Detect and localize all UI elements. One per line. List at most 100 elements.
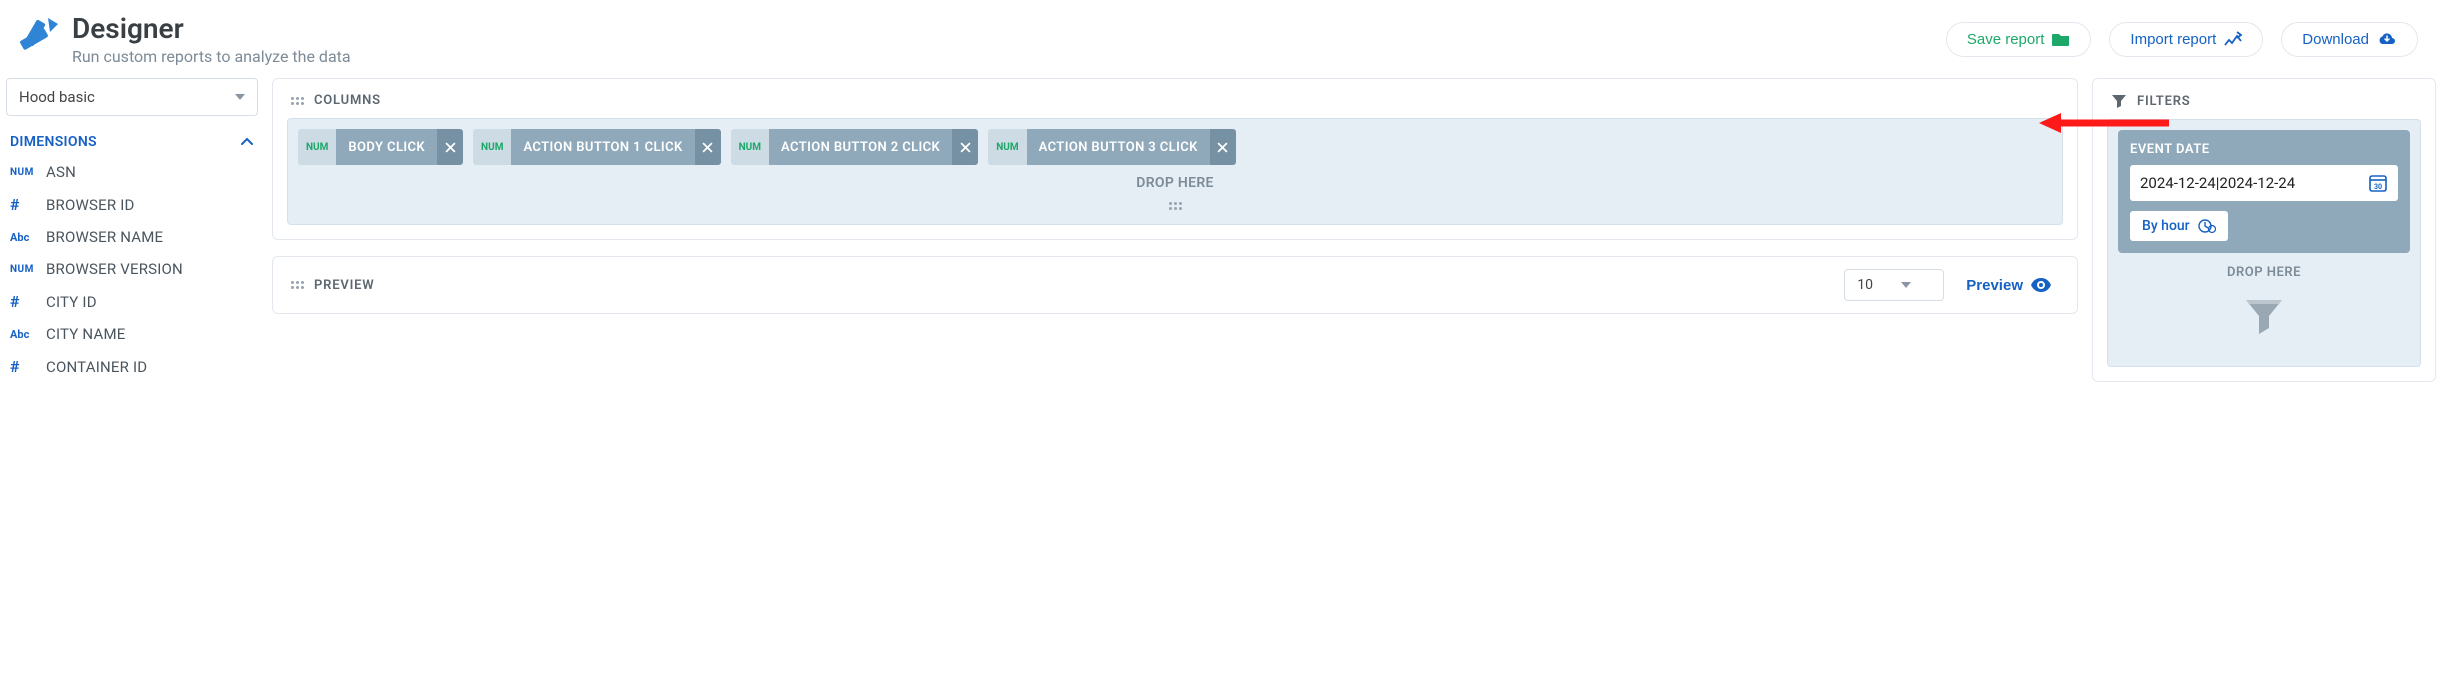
dimension-item-browser-version[interactable]: NUM BROWSER VERSION xyxy=(6,253,258,285)
dimensions-section-header[interactable]: DIMENSIONS xyxy=(6,116,258,156)
project-selected-value: Hood basic xyxy=(19,88,95,106)
dimension-item-browser-id[interactable]: # BROWSER ID xyxy=(6,188,258,221)
column-chips-row: NUM BODY CLICK NUM ACTION BUTTON 1 CLICK… xyxy=(298,129,2052,165)
columns-panel: COLUMNS NUM BODY CLICK NUM ACTION BUTTON… xyxy=(272,78,2078,240)
preview-header: PREVIEW xyxy=(291,278,374,293)
caret-down-icon xyxy=(1901,282,1911,288)
preview-button[interactable]: Preview xyxy=(1958,271,2059,300)
annotation-arrow-icon xyxy=(2039,109,2169,137)
chip-remove-button[interactable] xyxy=(1210,129,1236,165)
preview-header-label: PREVIEW xyxy=(314,278,374,293)
drag-grip-icon xyxy=(291,281,304,289)
type-abc-icon: Abc xyxy=(10,231,36,244)
cloud-download-icon xyxy=(2377,31,2397,47)
close-icon xyxy=(445,142,456,153)
main-layout: Hood basic DIMENSIONS NUM ASN # BROWSER … xyxy=(0,78,2442,398)
by-hour-label: By hour xyxy=(2142,218,2190,234)
close-icon xyxy=(960,142,971,153)
title-block: Designer Run custom reports to analyze t… xyxy=(72,12,351,66)
columns-header-label: COLUMNS xyxy=(314,93,381,108)
dimension-item-city-id[interactable]: # CITY ID xyxy=(6,285,258,318)
dimension-label: BROWSER NAME xyxy=(46,228,163,246)
chip-label: ACTION BUTTON 2 CLICK xyxy=(769,129,952,165)
dimensions-list: NUM ASN # BROWSER ID Abc BROWSER NAME NU… xyxy=(6,156,258,383)
date-range-input[interactable]: 2024-12-24|2024-12-24 30 xyxy=(2130,165,2398,201)
caret-down-icon xyxy=(235,94,245,100)
column-chip-action-3[interactable]: NUM ACTION BUTTON 3 CLICK xyxy=(988,129,1236,165)
filter-card-event-date[interactable]: EVENT DATE 2024-12-24|2024-12-24 30 By h… xyxy=(2118,130,2410,253)
preview-controls: 10 Preview xyxy=(1844,269,2059,301)
preview-panel: PREVIEW 10 Preview xyxy=(272,256,2078,314)
sidebar: Hood basic DIMENSIONS NUM ASN # BROWSER … xyxy=(6,78,258,383)
filters-header-label: FILTERS xyxy=(2137,94,2191,109)
close-icon xyxy=(1217,142,1228,153)
folder-icon xyxy=(2052,31,2070,47)
column-chip-action-2[interactable]: NUM ACTION BUTTON 2 CLICK xyxy=(731,129,979,165)
type-abc-icon: Abc xyxy=(10,328,36,341)
drag-grip-icon xyxy=(291,97,304,105)
columns-panel-header: COLUMNS xyxy=(273,79,2077,118)
drop-grip-icon xyxy=(298,193,2052,214)
chip-remove-button[interactable] xyxy=(695,129,721,165)
filter-card-title: EVENT DATE xyxy=(2130,142,2398,157)
dimension-item-asn[interactable]: NUM ASN xyxy=(6,156,258,188)
preview-rows-value: 10 xyxy=(1857,277,1873,293)
chevron-up-icon xyxy=(240,135,254,149)
page-subtitle: Run custom reports to analyze the data xyxy=(72,47,351,66)
dimension-label: BROWSER ID xyxy=(46,196,135,214)
chip-type-icon: NUM xyxy=(731,129,769,165)
column-chip-body-click[interactable]: NUM BODY CLICK xyxy=(298,129,463,165)
chip-label: BODY CLICK xyxy=(336,129,437,165)
chip-type-icon: NUM xyxy=(473,129,511,165)
columns-drop-hint: DROP HERE xyxy=(298,165,2052,193)
type-num-icon: NUM xyxy=(10,264,36,275)
import-chart-icon xyxy=(2224,31,2242,47)
chip-type-icon: NUM xyxy=(298,129,336,165)
save-report-label: Save report xyxy=(1967,31,2045,48)
save-report-button[interactable]: Save report xyxy=(1946,22,2092,57)
chip-type-icon: NUM xyxy=(988,129,1026,165)
preview-rows-select[interactable]: 10 xyxy=(1844,269,1944,301)
type-hash-icon: # xyxy=(10,357,36,376)
import-report-button[interactable]: Import report xyxy=(2109,22,2263,57)
page-title: Designer xyxy=(72,12,351,45)
project-select[interactable]: Hood basic xyxy=(6,78,258,116)
type-num-icon: NUM xyxy=(10,167,36,178)
chip-remove-button[interactable] xyxy=(952,129,978,165)
download-button[interactable]: Download xyxy=(2281,22,2418,57)
svg-text:30: 30 xyxy=(2374,183,2382,191)
filters-drop-hint: DROP HERE xyxy=(2118,253,2410,288)
dimensions-label: DIMENSIONS xyxy=(10,134,97,150)
dimension-label: ASN xyxy=(46,163,76,181)
download-label: Download xyxy=(2302,31,2369,48)
type-hash-icon: # xyxy=(10,292,36,311)
dimension-label: BROWSER VERSION xyxy=(46,260,183,278)
chip-label: ACTION BUTTON 3 CLICK xyxy=(1027,129,1210,165)
page-header: Designer Run custom reports to analyze t… xyxy=(0,0,2442,78)
columns-drop-zone[interactable]: NUM BODY CLICK NUM ACTION BUTTON 1 CLICK… xyxy=(287,118,2063,225)
type-hash-icon: # xyxy=(10,195,36,214)
close-icon xyxy=(702,142,713,153)
header-actions: Save report Import report Download xyxy=(1946,22,2418,57)
chip-remove-button[interactable] xyxy=(437,129,463,165)
designer-logo-icon xyxy=(14,12,62,60)
filter-placeholder-icon xyxy=(2118,288,2410,356)
dimension-item-browser-name[interactable]: Abc BROWSER NAME xyxy=(6,221,258,253)
by-hour-button[interactable]: By hour xyxy=(2130,211,2228,241)
eye-icon xyxy=(2031,278,2051,292)
dimension-label: CITY ID xyxy=(46,293,97,311)
filters-drop-zone[interactable]: EVENT DATE 2024-12-24|2024-12-24 30 By h… xyxy=(2107,119,2421,367)
calendar-icon: 30 xyxy=(2368,173,2388,193)
header-left: Designer Run custom reports to analyze t… xyxy=(14,12,351,66)
preview-button-label: Preview xyxy=(1966,277,2023,294)
dimension-item-city-name[interactable]: Abc CITY NAME xyxy=(6,318,258,350)
preview-panel-row: PREVIEW 10 Preview xyxy=(273,257,2077,313)
main-area: COLUMNS NUM BODY CLICK NUM ACTION BUTTON… xyxy=(272,78,2436,398)
date-range-value: 2024-12-24|2024-12-24 xyxy=(2140,174,2295,192)
chip-label: ACTION BUTTON 1 CLICK xyxy=(511,129,694,165)
column-chip-action-1[interactable]: NUM ACTION BUTTON 1 CLICK xyxy=(473,129,721,165)
dimension-label: CONTAINER ID xyxy=(46,358,147,376)
filter-icon xyxy=(2111,93,2127,109)
dimension-item-container-id[interactable]: # CONTAINER ID xyxy=(6,350,258,383)
center-column: COLUMNS NUM BODY CLICK NUM ACTION BUTTON… xyxy=(272,78,2078,330)
